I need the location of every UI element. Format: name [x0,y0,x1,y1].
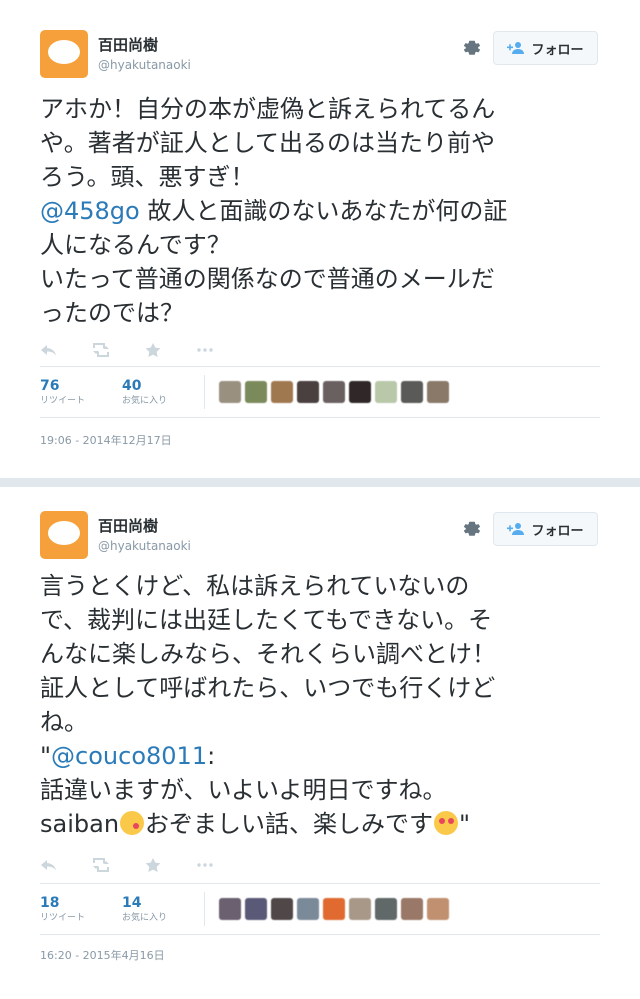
favorite-label: お気に入り [122,396,168,406]
favoriter-avatar[interactable] [297,898,319,920]
default-egg-avatar [48,521,80,545]
tweet-line: 言うとくけど、私は訴えられていないの [40,572,470,600]
favoriter-avatar[interactable] [401,898,423,920]
divider [204,375,205,409]
retweet-icon[interactable] [92,857,112,873]
favoriter-avatar[interactable] [219,898,241,920]
favorite-count[interactable]: 40 お気に入り [122,377,204,407]
tweet-line: や。著者が証人として出るのは当たり前や [40,129,496,157]
tweet-line: saiban [40,810,120,838]
tweet-actions [40,855,216,875]
tweet-stats: 76 リツイート 40 お気に入り [40,366,600,418]
user-name[interactable]: 百田尚樹 [98,34,158,55]
divider [204,892,205,926]
retweet-icon[interactable] [92,342,112,358]
tweet-text: 言うとくけど、私は訴えられていないの で、裁判には出廷したくてもできない。そ んなに… [40,569,600,841]
add-user-icon [507,42,525,54]
retweet-count[interactable]: 76 リツイート [40,377,122,407]
favoriter-avatar[interactable] [401,381,423,403]
retweet-label: リツイート [40,913,86,923]
favoriter-avatar[interactable] [271,381,293,403]
tweet-line: 話違いますが、いよいよ明日ですね。 [40,776,447,804]
tweet-line: ろう。頭、悪すぎ！ [40,163,255,191]
favoriter-avatar[interactable] [323,381,345,403]
heart-eyes-emoji [434,811,459,835]
gear-icon[interactable] [462,38,482,58]
tweet-line: 故人と面識のないあなたが何の証 [139,197,508,225]
tweet-line: ったのでは？ [40,299,184,327]
gear-icon[interactable] [462,519,482,539]
favoriter-avatar[interactable] [349,898,371,920]
favoriter-avatar[interactable] [219,381,241,403]
favorite-icon[interactable] [144,342,164,358]
favoriter-avatar[interactable] [297,381,319,403]
avatar[interactable] [40,30,88,78]
favorite-label: お気に入り [122,913,168,923]
favorite-count[interactable]: 14 お気に入り [122,894,204,924]
reply-icon[interactable] [40,342,60,358]
favoriter-avatar[interactable] [349,381,371,403]
favoriter-avatar[interactable] [271,898,293,920]
mention-link[interactable]: @458go [40,197,140,225]
tweet-line: 人になるんです？ [40,231,231,259]
favoriter-avatar[interactable] [245,898,267,920]
mention-suffix: : [207,742,216,770]
favoriter-avatar[interactable] [375,898,397,920]
kissing-heart-emoji [120,811,145,835]
retweet-label: リツイート [40,396,86,406]
follow-label: フォロー [531,42,584,58]
tweet-timestamp[interactable]: 16:20 - 2015年4月16日 [40,947,165,963]
favoriter-avatar[interactable] [323,898,345,920]
tweet-actions [40,340,216,360]
tweet-line: おぞましい話、楽しみです [145,810,434,838]
quote-mark: " [40,742,52,770]
favoriter-avatar[interactable] [427,381,449,403]
reply-icon[interactable] [40,857,60,873]
mention-link[interactable]: @couco8011 [51,742,207,770]
favorite-number: 40 [122,378,142,394]
follow-button[interactable]: フォロー [493,512,598,546]
retweet-number: 18 [40,895,60,911]
avatar[interactable] [40,511,88,559]
faces-list [219,381,449,403]
quote-mark: " [459,810,471,838]
tweet-line: で、裁判には出廷したくてもできない。そ [40,606,493,634]
favorite-number: 14 [122,895,142,911]
tweet-text: アホか！自分の本が虚偽と訴えられてるん や。著者が証人として出るのは当たり前や ろう… [40,92,600,330]
tweet-timestamp[interactable]: 19:06 - 2014年12月17日 [40,432,172,448]
tweet-line: んなに楽しみなら、それくらい調べとけ！ [40,640,496,668]
tweet-card: 百田尚樹 @hyakutanaoki フォロー アホか！自分の本が虚偽と訴えられ… [0,0,640,478]
retweet-count[interactable]: 18 リツイート [40,894,122,924]
user-handle[interactable]: @hyakutanaoki [98,58,191,72]
tweet-line: ね。 [40,708,88,736]
tweet-card: 百田尚樹 @hyakutanaoki フォロー 言うとくけど、私は訴えられていな… [0,487,640,999]
tweet-line: 証人として呼ばれたら、いつでも行くけど [40,674,496,702]
more-icon[interactable] [196,342,216,358]
favoriter-avatar[interactable] [245,381,267,403]
follow-button[interactable]: フォロー [493,31,598,65]
tweet-stats: 18 リツイート 14 お気に入り [40,883,600,935]
retweet-number: 76 [40,378,60,394]
default-egg-avatar [48,40,80,64]
more-icon[interactable] [196,857,216,873]
tweet-separator [0,478,640,487]
follow-label: フォロー [531,523,584,539]
user-handle[interactable]: @hyakutanaoki [98,539,191,553]
user-name[interactable]: 百田尚樹 [98,515,158,536]
faces-list [219,898,449,920]
favoriter-avatar[interactable] [375,381,397,403]
tweet-line: いたって普通の関係なので普通のメールだ [40,265,495,293]
favoriter-avatar[interactable] [427,898,449,920]
tweet-line: アホか！自分の本が虚偽と訴えられてるん [40,95,496,123]
add-user-icon [507,523,525,535]
favorite-icon[interactable] [144,857,164,873]
